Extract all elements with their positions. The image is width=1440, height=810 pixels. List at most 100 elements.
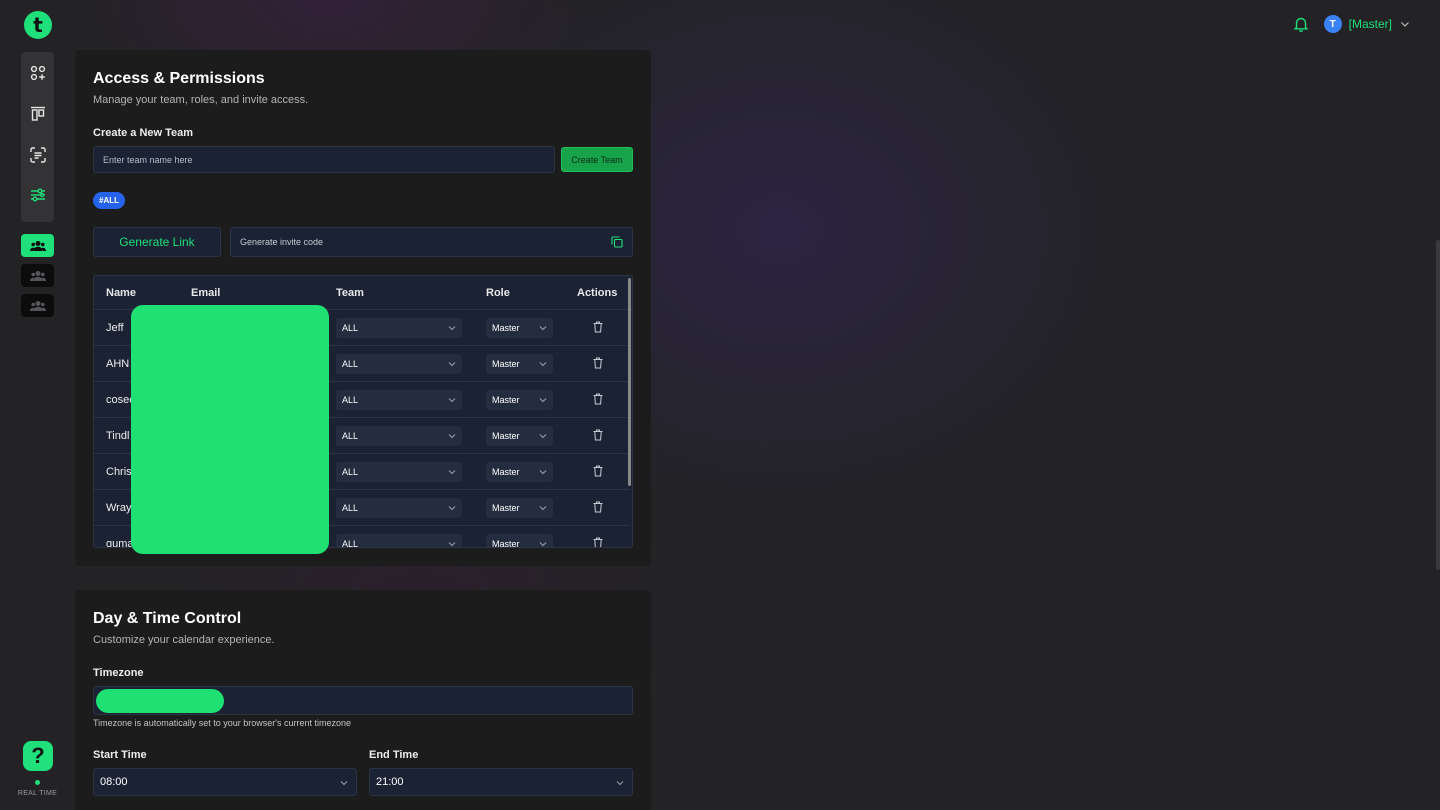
end-time-label: End Time: [369, 749, 419, 761]
app-logo[interactable]: t: [24, 11, 52, 39]
team-select-value: ALL: [342, 467, 359, 477]
team-switch-3[interactable]: [21, 294, 54, 317]
sliders-icon: [30, 188, 45, 202]
chevron-down-icon: [340, 781, 348, 786]
time-subtitle: Customize your calendar experience.: [93, 634, 275, 646]
team-select-value: ALL: [342, 323, 359, 333]
member-name: Chris: [106, 466, 132, 478]
role-select[interactable]: Master: [486, 462, 553, 482]
team-icon: [29, 270, 46, 281]
team-tag-all[interactable]: #ALL: [93, 192, 125, 209]
sidebar: t ? REAL TIME: [0, 0, 75, 810]
bell-icon[interactable]: [1293, 16, 1309, 32]
chevron-down-icon: [448, 362, 456, 367]
col-team: Team: [336, 287, 364, 299]
team-select[interactable]: ALL: [336, 498, 462, 518]
role-select[interactable]: Master: [486, 498, 553, 518]
help-button[interactable]: ?: [23, 741, 53, 771]
role-select-value: Master: [492, 323, 520, 333]
chevron-down-icon: [448, 542, 456, 547]
redacted-timezone: [96, 689, 224, 713]
nav-rail: [21, 52, 54, 222]
avatar-letter: T: [1329, 18, 1336, 30]
team-select[interactable]: ALL: [336, 426, 462, 446]
team-name-input[interactable]: [93, 146, 555, 173]
trash-icon[interactable]: [593, 321, 603, 333]
team-select-value: ALL: [342, 395, 359, 405]
copy-icon[interactable]: [611, 236, 623, 248]
chevron-down-icon: [539, 326, 547, 331]
access-title: Access & Permissions: [93, 70, 265, 87]
col-email: Email: [191, 287, 221, 299]
trash-icon[interactable]: [593, 429, 603, 441]
team-select[interactable]: ALL: [336, 354, 462, 374]
end-time-value: 21:00: [376, 776, 404, 788]
scan-text-icon: [29, 147, 46, 163]
nav-apps[interactable]: [21, 55, 54, 91]
team-select[interactable]: ALL: [336, 390, 462, 410]
help-icon: ?: [31, 743, 45, 768]
access-subtitle: Manage your team, roles, and invite acce…: [93, 94, 309, 106]
start-time-value: 08:00: [100, 776, 128, 788]
role-select[interactable]: Master: [486, 390, 553, 410]
create-team-button[interactable]: Create Team: [561, 147, 633, 172]
chevron-down-icon: [539, 506, 547, 511]
time-title: Day & Time Control: [93, 610, 242, 627]
trash-icon[interactable]: [593, 537, 603, 548]
team-select[interactable]: ALL: [336, 318, 462, 338]
realtime-label: REAL TIME: [17, 790, 58, 797]
member-name: Wray: [106, 502, 132, 514]
topbar-user-area: T [Master]: [1293, 14, 1410, 34]
start-time-label: Start Time: [93, 749, 147, 761]
role-select-value: Master: [492, 467, 520, 477]
role-select-value: Master: [492, 539, 520, 548]
start-time-select[interactable]: 08:00: [93, 768, 357, 796]
trash-icon[interactable]: [593, 465, 603, 477]
chevron-down-icon: [448, 470, 456, 475]
end-time-select[interactable]: 21:00: [369, 768, 633, 796]
team-select[interactable]: ALL: [336, 534, 462, 548]
logo-letter: t: [33, 13, 43, 37]
role-select[interactable]: Master: [486, 534, 553, 548]
nav-board[interactable]: [21, 96, 54, 132]
generate-link-button[interactable]: Generate Link: [93, 227, 221, 257]
team-select-value: ALL: [342, 539, 359, 548]
apps-add-icon: [30, 65, 45, 81]
trash-icon[interactable]: [593, 501, 603, 513]
timezone-label: Timezone: [93, 667, 144, 679]
page-scrollbar[interactable]: [1436, 240, 1440, 570]
realtime-status-dot: [35, 780, 40, 785]
trash-icon[interactable]: [593, 357, 603, 369]
chevron-down-icon: [539, 398, 547, 403]
team-select[interactable]: ALL: [336, 462, 462, 482]
nav-scan[interactable]: [21, 137, 54, 173]
chevron-down-icon: [448, 398, 456, 403]
trash-icon[interactable]: [593, 393, 603, 405]
chevron-down-icon[interactable]: [1400, 19, 1410, 29]
chevron-down-icon: [616, 781, 624, 786]
chevron-down-icon: [448, 326, 456, 331]
nav-settings[interactable]: [21, 177, 54, 213]
role-select[interactable]: Master: [486, 426, 553, 446]
col-role: Role: [486, 287, 510, 299]
timezone-field[interactable]: [93, 686, 633, 715]
team-switch-2[interactable]: [21, 264, 54, 287]
col-actions: Actions: [577, 287, 618, 299]
role-select[interactable]: Master: [486, 354, 553, 374]
col-name: Name: [106, 287, 136, 299]
role-select-value: Master: [492, 503, 520, 513]
team-select-value: ALL: [342, 503, 359, 513]
day-time-card: Day & Time Control Customize your calend…: [75, 590, 651, 810]
chevron-down-icon: [539, 434, 547, 439]
role-select[interactable]: Master: [486, 318, 553, 338]
invite-code-placeholder: Generate invite code: [240, 237, 324, 247]
kanban-icon: [30, 106, 45, 121]
team-switch-1[interactable]: [21, 234, 54, 257]
invite-code-field[interactable]: Generate invite code: [230, 227, 633, 257]
avatar[interactable]: T: [1323, 15, 1342, 33]
chevron-down-icon: [539, 470, 547, 475]
user-name[interactable]: [Master]: [1349, 17, 1392, 31]
timezone-note: Timezone is automatically set to your br…: [93, 718, 351, 728]
chevron-down-icon: [448, 506, 456, 511]
table-scrollbar[interactable]: [628, 278, 631, 486]
